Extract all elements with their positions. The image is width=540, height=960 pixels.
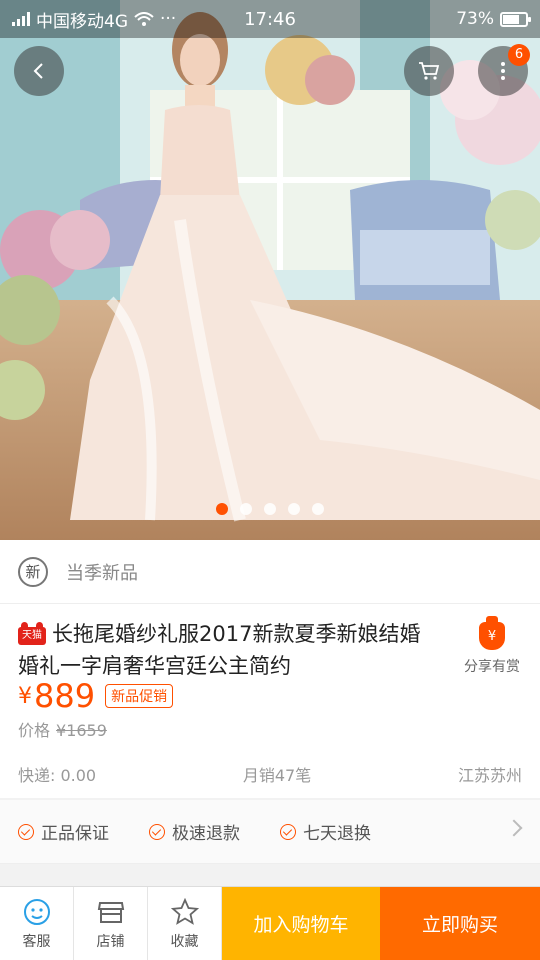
carousel-dot[interactable] [240,503,252,515]
notification-dots: ··· [160,9,177,29]
guarantee-item: 极速退款 [149,819,240,844]
guarantee-item: 正品保证 [18,819,109,844]
original-price-label: 价格 [18,721,51,740]
carousel-dot[interactable] [288,503,300,515]
ship-location: 江苏苏州 [457,766,522,785]
share-reward-label: 分享有赏 [464,659,520,675]
status-bar: 中国移动4G ··· 17:46 73% [0,0,540,38]
favorite-label: 收藏 [170,933,199,950]
shop-icon [97,901,124,923]
carousel-indicator [0,503,540,515]
share-reward-button[interactable]: ¥ 分享有赏 [458,616,526,676]
original-price-row: 价格 ¥1659 [0,718,540,744]
service-guarantees[interactable]: 正品保证 极速退款 七天退换 [0,800,540,864]
add-to-cart-button[interactable]: 加入购物车 [222,887,380,960]
new-arrival-label: 当季新品 [66,562,138,584]
check-circle-icon [280,823,296,840]
more-dots-icon [501,62,505,80]
back-button[interactable] [14,46,64,96]
check-circle-icon [18,823,34,840]
shop-button[interactable]: 店铺 [74,887,148,960]
battery-icon [500,11,531,27]
new-arrival-row[interactable]: 新 当季新品 [0,540,540,604]
customer-service-label: 客服 [22,933,51,950]
money-bag-icon: ¥ [479,616,505,650]
wifi-icon [134,12,154,26]
product-info: 新 当季新品 天猫 长拖尾婚纱礼服2017新款夏季新娘结婚婚礼一字肩奢华宫廷公主简… [0,540,540,798]
chevron-right-icon [505,819,523,837]
bottom-action-bar: 客服 店铺 收藏 加入购物车 立即购买 [0,886,540,960]
carousel-dot[interactable] [312,503,324,515]
cart-button[interactable] [404,46,454,96]
favorite-button[interactable]: 收藏 [148,887,222,960]
carousel-dot[interactable] [264,503,276,515]
message-badge: 6 [508,44,530,66]
meta-row: 快递: 0.00 月销47笔 江苏苏州 [0,762,540,786]
monthly-sales: 月销47笔 [242,766,312,785]
check-circle-icon [149,823,165,840]
battery-percent: 73% [456,9,494,29]
carrier-label: 中国移动4G [36,11,128,32]
star-icon [170,897,199,925]
cart-icon [419,62,440,80]
original-price: ¥1659 [56,721,107,740]
current-price: 889 [34,677,96,715]
product-image-carousel[interactable]: 中国移动4G ··· 17:46 73% 6 [0,0,540,540]
shipping-fee: 快递: 0.00 [18,766,97,785]
product-title: 天猫 长拖尾婚纱礼服2017新款夏季新娘结婚婚礼一字肩奢华宫廷公主简约 [18,618,438,682]
shop-label: 店铺 [96,933,125,950]
customer-service-icon [23,898,50,925]
carousel-dot[interactable] [216,503,228,515]
wedding-dress-photo [0,0,540,540]
guarantee-item: 七天退换 [280,819,371,844]
customer-service-button[interactable]: 客服 [0,887,74,960]
signal-icon [12,12,30,26]
currency-symbol: ¥ [18,683,32,709]
tmall-icon: 天猫 [18,622,46,645]
chevron-left-icon [33,63,43,79]
promo-tag: 新品促销 [105,684,174,708]
new-icon: 新 [18,556,48,587]
product-title-text: 长拖尾婚纱礼服2017新款夏季新娘结婚婚礼一字肩奢华宫廷公主简约 [18,622,421,678]
buy-now-button[interactable]: 立即购买 [380,887,540,960]
more-button[interactable]: 6 [478,44,530,96]
